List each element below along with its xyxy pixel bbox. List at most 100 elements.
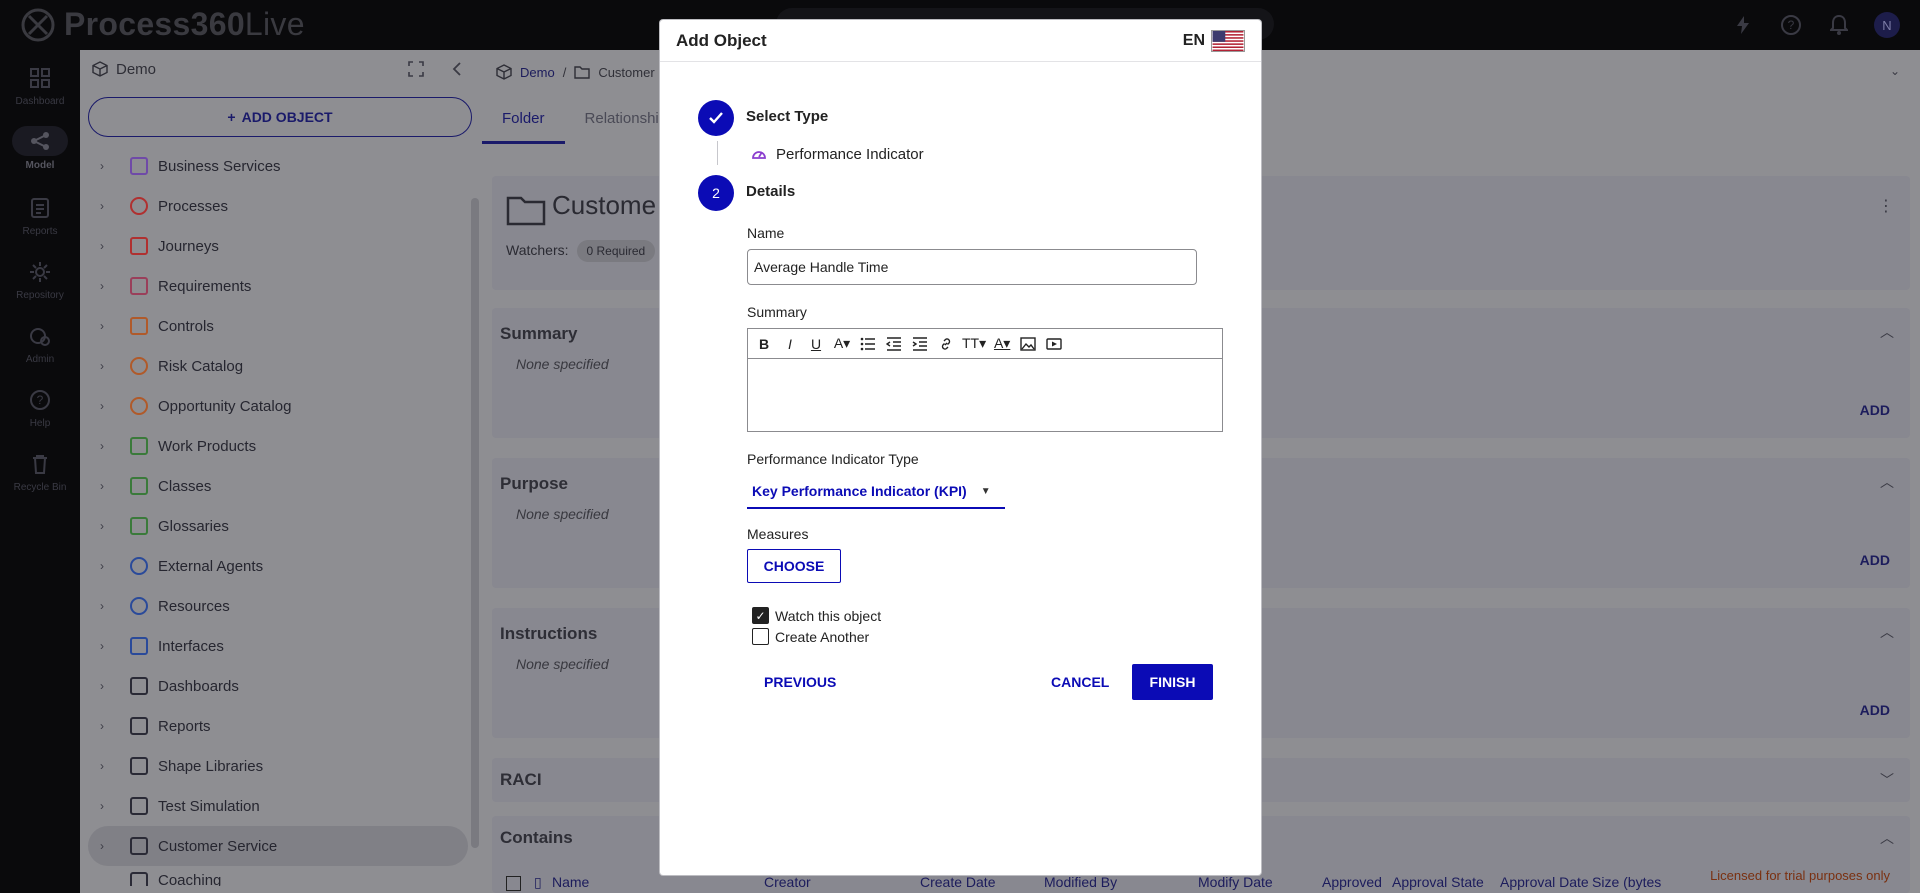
chevron-right-icon[interactable]: › [100,639,116,653]
tree-item[interactable]: › Glossaries [80,506,472,546]
watchers-chip[interactable]: 0 Required [576,240,656,262]
image-icon[interactable] [1018,333,1038,355]
create-another-checkbox[interactable] [752,628,769,645]
tree-item[interactable]: › Reports [80,706,472,746]
chevron-right-icon[interactable]: › [100,319,116,333]
chevron-right-icon[interactable]: › [100,199,116,213]
chevron-right-icon[interactable]: › [100,679,116,693]
choose-measures-button[interactable]: CHOOSE [747,549,841,583]
watch-object-row[interactable]: ✓ Watch this object [752,607,881,624]
chevron-right-icon[interactable]: › [100,399,116,413]
trash-icon [33,455,47,474]
chevron-right-icon[interactable]: › [100,559,116,573]
tree-item-selected[interactable]: › Customer Service [88,826,468,866]
expand-icon[interactable] [406,59,426,79]
breadcrumb-demo[interactable]: Demo [520,65,555,80]
name-input[interactable] [747,249,1197,285]
cancel-button[interactable]: CANCEL [1051,674,1109,690]
watch-checkbox[interactable]: ✓ [752,607,769,624]
tree-item[interactable]: › Interfaces [80,626,472,666]
tree-item[interactable]: › Test Simulation [80,786,472,826]
text-size-icon[interactable]: TT▾ [962,333,986,355]
rail-item-repository[interactable]: Repository [0,260,80,301]
user-avatar[interactable]: N [1874,12,1900,38]
add-instructions-link[interactable]: ADD [1860,702,1890,718]
chevron-right-icon[interactable]: › [100,759,116,773]
add-object-button[interactable]: + ADD OBJECT [88,97,472,137]
chevron-up-icon[interactable]: ︿ [1880,322,1894,342]
tree-item[interactable]: › Risk Catalog [80,346,472,386]
font-color-icon[interactable]: A▾ [832,333,852,355]
underline-icon[interactable]: U [806,333,826,355]
tree-item[interactable]: › External Agents [80,546,472,586]
chevron-right-icon[interactable]: › [100,839,116,853]
tree-scrollbar[interactable] [471,198,479,848]
test-simulation-icon [130,797,148,815]
tree-item[interactable]: Coaching [80,866,472,886]
tree-item[interactable]: › Requirements [80,266,472,306]
chevron-right-icon[interactable]: › [100,439,116,453]
chevron-right-icon[interactable]: › [100,599,116,613]
select-all-checkbox[interactable] [506,876,521,891]
tree-item[interactable]: › Controls [80,306,472,346]
chevron-right-icon[interactable]: › [100,519,116,533]
rail-item-reports[interactable]: Reports [0,196,80,237]
rail-item-help[interactable]: ? Help [0,388,80,429]
create-another-row[interactable]: Create Another [752,628,869,645]
chevron-right-icon[interactable]: › [100,359,116,373]
tree-item[interactable]: › Classes [80,466,472,506]
tree-item[interactable]: › Processes [80,186,472,226]
chevron-right-icon[interactable]: › [100,479,116,493]
chevron-right-icon[interactable]: › [100,719,116,733]
summary-content-area[interactable] [748,359,1222,431]
rail-item-admin[interactable]: Admin [0,324,80,365]
italic-icon[interactable]: I [780,333,800,355]
chevron-down-icon[interactable]: ﹀ [1880,770,1894,790]
tab-folder[interactable]: Folder [482,94,565,144]
rail-item-recycle-bin[interactable]: Recycle Bin [0,452,80,493]
tree-item[interactable]: › Shape Libraries [80,746,472,786]
external-agents-icon [130,557,148,575]
bold-icon[interactable]: B [754,333,774,355]
link-icon[interactable] [936,333,956,355]
chevron-right-icon[interactable]: › [100,799,116,813]
selected-type: Performance Indicator [750,145,924,163]
dialog-title: Add Object [676,30,767,50]
finish-button[interactable]: FINISH [1132,664,1213,700]
step-select-type-label: Select Type [746,108,829,125]
tree-item[interactable]: › Opportunity Catalog [80,386,472,426]
chevron-up-icon[interactable]: ︿ [1880,622,1894,642]
lightning-icon[interactable] [1730,12,1756,38]
chevron-down-icon[interactable]: ⌄ [1890,64,1900,78]
add-purpose-link[interactable]: ADD [1860,552,1890,568]
us-flag-icon[interactable] [1211,29,1245,52]
rail-item-dashboard[interactable]: Dashboard [0,66,80,107]
more-vert-icon[interactable]: ⋮ [1878,196,1894,216]
brand[interactable]: Process360Live [20,6,305,43]
chevron-right-icon[interactable]: › [100,279,116,293]
text-color-icon[interactable]: A▾ [992,333,1012,355]
chevron-right-icon[interactable]: › [100,239,116,253]
chevron-up-icon[interactable]: ︿ [1880,472,1894,492]
indent-icon[interactable] [910,333,930,355]
chevron-right-icon[interactable]: › [100,159,116,173]
chevron-up-icon[interactable]: ︿ [1880,828,1894,848]
video-icon[interactable] [1044,333,1064,355]
rail-item-model[interactable]: Model [0,126,80,171]
tree-item[interactable]: › Business Services [80,146,472,186]
pi-type-select[interactable]: Key Performance Indicator (KPI) ▼ [747,475,1005,509]
tree-item[interactable]: › Dashboards [80,666,472,706]
bullet-list-icon[interactable] [858,333,878,355]
coaching-icon [130,872,148,886]
tree-item[interactable]: › Journeys [80,226,472,266]
outdent-icon[interactable] [884,333,904,355]
collapse-panel-icon[interactable] [448,59,468,79]
bell-icon[interactable] [1826,12,1852,38]
previous-button[interactable]: PREVIOUS [764,674,836,690]
language-code[interactable]: EN [1183,32,1205,50]
tree-item[interactable]: › Work Products [80,426,472,466]
add-summary-link[interactable]: ADD [1860,402,1890,418]
tree-item[interactable]: › Resources [80,586,472,626]
dialog-header: Add Object EN [660,20,1261,62]
help-circle-icon[interactable]: ? [1778,12,1804,38]
